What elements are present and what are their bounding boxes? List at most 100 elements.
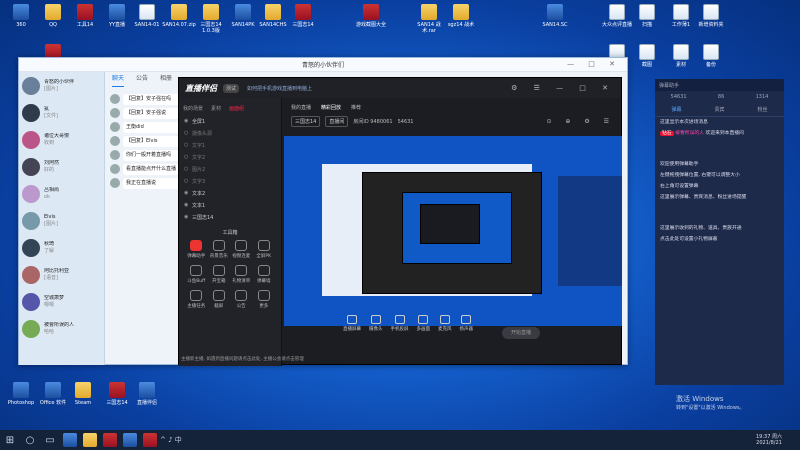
- tool-button[interactable]: 主播任务: [185, 290, 208, 309]
- explorer-icon[interactable]: [83, 433, 97, 447]
- qq-icon[interactable]: [123, 433, 137, 447]
- window-controls[interactable]: ⚙ ☰ — □ ✕: [511, 84, 615, 92]
- eye-icon[interactable]: ◉: [184, 190, 192, 196]
- desktop-icon[interactable]: 三国志14: [286, 4, 320, 28]
- list-item[interactable]: 刘阿然 好的: [19, 153, 104, 180]
- scene-item[interactable]: ◉ 文本2: [179, 187, 281, 199]
- tab-my-scenes[interactable]: 我的场景: [183, 105, 203, 112]
- eye-icon[interactable]: ○: [184, 178, 192, 184]
- source-control-button[interactable]: 手机投屏: [391, 315, 409, 332]
- stream-app-icon[interactable]: [103, 433, 117, 447]
- tool-button[interactable]: 全屏PK: [253, 240, 276, 259]
- eye-icon[interactable]: ◉: [184, 118, 192, 124]
- tab-my-live[interactable]: 我的直播: [291, 104, 311, 111]
- eye-icon[interactable]: ○: [184, 142, 192, 148]
- list-item[interactable]: 氦 [文件]: [19, 99, 104, 126]
- source-control-button[interactable]: 扬声器: [460, 315, 473, 332]
- desktop-icon[interactable]: SAN14CHS: [256, 4, 290, 28]
- scene-item[interactable]: ◉ 全屏1: [179, 115, 281, 127]
- list-item[interactable]: 秋琦 了解: [19, 234, 104, 261]
- scene-item[interactable]: ○ 文字2: [179, 151, 281, 163]
- tool-button[interactable]: 弹幕墙: [253, 265, 276, 284]
- room-chip[interactable]: 直播间: [325, 116, 349, 127]
- tool-button[interactable]: 更多: [253, 290, 276, 309]
- list-item[interactable]: 被曹所误的人 哈哈: [19, 315, 104, 342]
- desktop-icon[interactable]: sgz14 战术: [444, 4, 478, 28]
- desktop-icon[interactable]: 大众点评直播: [600, 4, 634, 28]
- tab-vip[interactable]: 贵宾: [714, 106, 724, 113]
- list-item[interactable]: 青怒的小伙伴 [图片]: [19, 72, 104, 99]
- desktop-icon[interactable]: SAN14-01: [130, 4, 164, 28]
- eye-icon[interactable]: ◉: [184, 214, 192, 220]
- desktop-icon[interactable]: 三国志14: [100, 382, 134, 406]
- scene-item[interactable]: ◉ 文本1: [179, 199, 281, 211]
- tool-button[interactable]: 公告: [230, 290, 253, 309]
- tab-danmaku[interactable]: 弹幕: [671, 106, 681, 113]
- eye-icon[interactable]: ◉: [184, 202, 192, 208]
- desktop-icon[interactable]: 360: [4, 4, 38, 28]
- desktop-icon[interactable]: 截图: [630, 44, 664, 68]
- desktop-icon[interactable]: YY直播: [100, 4, 134, 28]
- edge-icon[interactable]: [63, 433, 77, 447]
- clock[interactable]: 19:37 周六 2021/8/21: [756, 434, 782, 446]
- category-chip[interactable]: 三国志14: [291, 116, 321, 127]
- tool-button[interactable]: 礼物清单: [230, 265, 253, 284]
- footer-notice[interactable]: 主播新主播, 如遇到直播问题请点击此处, 主播公会请点击管理: [181, 356, 461, 362]
- desktop-icon[interactable]: 三国志14 1.0.3版: [194, 4, 228, 34]
- settings-icons[interactable]: ⊙ ⊕ ⚙ ☰: [546, 118, 615, 125]
- tab-assets[interactable]: 素材: [211, 105, 221, 112]
- stream-app-window[interactable]: 直播伴侣 测试 如何把手机游戏直播到电脑上 ⚙ ☰ — □ ✕ 我的场景 素材 …: [178, 77, 622, 366]
- scene-item[interactable]: ○ 摄像头源: [179, 127, 281, 139]
- search-icon[interactable]: ○: [20, 435, 40, 446]
- tab-album[interactable]: 相册: [160, 73, 172, 87]
- scene-item[interactable]: ◉ 三国志14: [179, 211, 281, 223]
- source-control-button[interactable]: 麦克风: [438, 315, 452, 332]
- live-preview[interactable]: [284, 136, 622, 326]
- start-icon[interactable]: ⊞: [0, 435, 20, 446]
- tab-notice[interactable]: 公告: [136, 73, 148, 87]
- list-item[interactable]: Elvis [图片]: [19, 207, 104, 234]
- tab-recommend[interactable]: 推荐: [351, 104, 361, 111]
- start-live-button[interactable]: 开始直播: [502, 327, 540, 339]
- eye-icon[interactable]: ○: [184, 166, 192, 172]
- list-item[interactable]: 阿比托利亚 [语音]: [19, 261, 104, 288]
- desktop-icon[interactable]: 直播伴侣: [130, 382, 164, 406]
- tool-button[interactable]: 开宝箱: [208, 265, 231, 284]
- desktop-icon[interactable]: SAN14.SC: [538, 4, 572, 28]
- qq-title-bar[interactable]: 青怒的小伙伴们 — □ ✕: [19, 58, 627, 72]
- game-icon[interactable]: [143, 433, 157, 447]
- tab-chat[interactable]: 聊天: [112, 73, 125, 87]
- tool-button[interactable]: 视频连麦: [230, 240, 253, 259]
- task-view-icon[interactable]: ▭: [40, 435, 60, 446]
- desktop-icon[interactable]: Office 软件: [36, 382, 70, 406]
- eye-icon[interactable]: ○: [184, 154, 192, 160]
- desktop-icon[interactable]: SAN14.07.zip: [162, 4, 196, 28]
- list-item[interactable]: 诸位大哥慢 收到: [19, 126, 104, 153]
- tool-button[interactable]: 弹幕助手: [185, 240, 208, 259]
- desktop-icon[interactable]: 素材: [664, 44, 698, 68]
- list-item[interactable]: 吕相尚 ok: [19, 180, 104, 207]
- scene-item[interactable]: ○ 文字1: [179, 139, 281, 151]
- desktop-icon[interactable]: 工作薄1: [664, 4, 698, 28]
- tab-replay[interactable]: 精彩回放: [321, 104, 341, 111]
- list-item[interactable]: 空城萧梦 嗯嗯: [19, 288, 104, 315]
- desktop-icon[interactable]: 工具14: [68, 4, 102, 28]
- desktop-icon[interactable]: 游戏截图大全: [354, 4, 388, 28]
- desktop-icon[interactable]: Photoshop: [4, 382, 38, 406]
- desktop-icon[interactable]: QQ: [36, 4, 70, 28]
- desktop-icon[interactable]: 新增资料夹: [694, 4, 728, 28]
- notice-link[interactable]: 如何把手机游戏直播到电脑上: [247, 85, 312, 92]
- desktop-icon[interactable]: 备份: [694, 44, 728, 68]
- desktop-icon[interactable]: SAN14PK: [226, 4, 260, 28]
- tab-canvas[interactable]: 画面组: [229, 105, 244, 112]
- scene-item[interactable]: ○ 图片2: [179, 163, 281, 175]
- source-control-button[interactable]: 直播屏幕: [343, 315, 361, 332]
- danmaku-assistant[interactable]: 弹幕助手 54631 86 1314 弹幕 贵宾 粉丝 这里显示本次进场消息 钻…: [655, 79, 784, 385]
- desktop-icon[interactable]: SAN14 战术.rar: [412, 4, 446, 34]
- source-control-button[interactable]: 多画面: [417, 315, 430, 332]
- tab-fans[interactable]: 粉丝: [757, 106, 767, 113]
- window-controls[interactable]: — □ ✕: [567, 60, 621, 68]
- source-control-button[interactable]: 摄像头: [369, 315, 383, 332]
- desktop-icon[interactable]: 扫描: [630, 4, 664, 28]
- tray-icons[interactable]: ^ ♪ 中: [160, 435, 182, 445]
